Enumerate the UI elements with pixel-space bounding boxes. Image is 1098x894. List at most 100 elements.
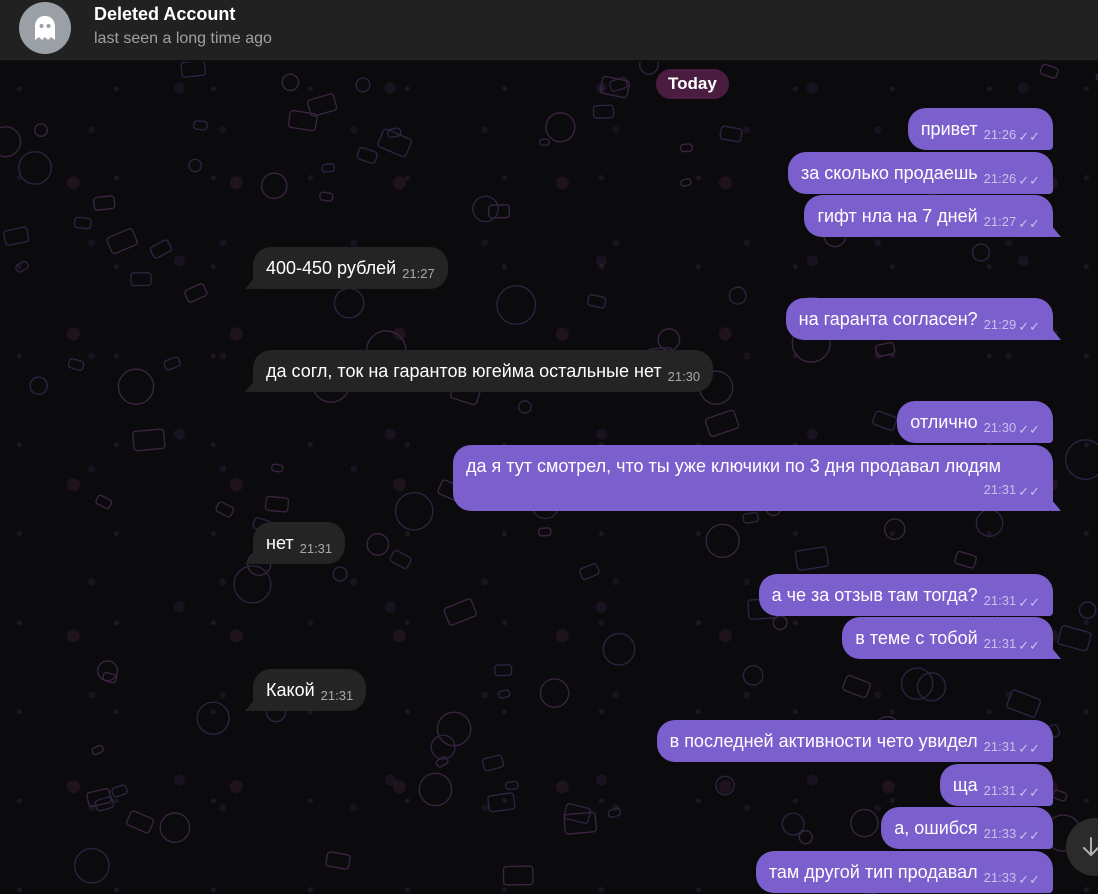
pattern-doodle [377, 128, 413, 158]
message-time: 21:31 [983, 482, 1017, 497]
pattern-doodle [608, 76, 629, 92]
chat-header: Deleted Account last seen a long time ag… [0, 0, 1098, 61]
message-bubble-outgoing[interactable]: отлично 21:30 ✓✓ [897, 401, 1053, 443]
message-bubble-outgoing[interactable]: привет 21:26 ✓✓ [907, 108, 1053, 150]
message-meta: 21:29 ✓✓ [984, 317, 1040, 334]
pattern-doodle [602, 632, 636, 666]
contact-name[interactable]: Deleted Account [94, 4, 235, 25]
pattern-doodle [159, 812, 191, 844]
message-text: на гаранта согласен? [798, 309, 978, 329]
message-meta: 21:31 ✓✓ [983, 593, 1040, 610]
pattern-doodle [496, 285, 537, 326]
message-meta: 21:33 ✓✓ [984, 870, 1040, 887]
double-check-icon: ✓✓ [1018, 484, 1040, 499]
pattern-doodle [389, 549, 412, 570]
pattern-doodle [538, 138, 550, 146]
pattern-doodle [34, 123, 49, 138]
pattern-doodle [73, 216, 92, 230]
message-time: 21:26 [983, 127, 1017, 142]
pattern-doodle [435, 756, 449, 768]
message-meta: 21:31 ✓✓ [472, 477, 1040, 503]
pattern-doodle [126, 810, 155, 834]
pattern-doodle [111, 784, 128, 798]
pattern-doodle [394, 491, 434, 531]
pattern-doodle [874, 341, 896, 358]
message-time: 21:33 [983, 826, 1017, 841]
message-meta: 21:33 ✓✓ [983, 826, 1040, 843]
message-bubble-incoming[interactable]: Какой 21:31 [253, 669, 367, 711]
double-check-icon: ✓✓ [1018, 216, 1040, 231]
double-check-icon: ✓✓ [1018, 785, 1040, 800]
pattern-doodle [680, 178, 692, 187]
message-time: 21:31 [983, 739, 1017, 754]
message-text: там другой тип продавал [768, 862, 978, 882]
pattern-doodle [1052, 789, 1068, 802]
pattern-doodle [842, 674, 871, 699]
message-bubble-outgoing[interactable]: в последней активности чето увидел 21:31 ✓… [656, 720, 1053, 762]
pattern-doodle [705, 523, 740, 559]
pattern-doodle [0, 126, 22, 158]
pattern-doodle [505, 780, 519, 791]
pattern-doodle [607, 807, 622, 819]
message-meta: 21:26 ✓✓ [983, 171, 1040, 188]
message-bubble-outgoing[interactable]: в теме с тобой 21:31 ✓✓ [842, 617, 1053, 659]
pattern-doodle [270, 463, 284, 473]
pattern-doodle [163, 356, 181, 371]
pattern-doodle [872, 410, 898, 431]
pattern-doodle [307, 93, 338, 117]
message-bubble-outgoing[interactable]: гифт нла на 7 дней 21:27 ✓✓ [804, 195, 1053, 237]
pattern-doodle [1039, 63, 1059, 79]
pattern-doodle [487, 792, 516, 813]
message-bubble-outgoing[interactable]: там другой тип продавал 21:33 ✓✓ [755, 851, 1053, 893]
pattern-doodle [184, 283, 208, 303]
pattern-doodle [260, 172, 288, 200]
double-check-icon: ✓✓ [1018, 129, 1040, 144]
pattern-doodle [430, 734, 456, 760]
message-bubble-outgoing[interactable]: а че за отзыв там тогда? 21:31 ✓✓ [758, 574, 1053, 616]
pattern-doodle [86, 787, 112, 808]
pattern-doodle [102, 671, 118, 684]
pattern-doodle [502, 865, 534, 886]
scroll-to-bottom-button[interactable] [1066, 818, 1098, 876]
double-check-icon: ✓✓ [1018, 872, 1040, 887]
pattern-doodle [106, 228, 138, 255]
pattern-doodle [1078, 601, 1097, 620]
message-bubble-incoming[interactable]: 400-450 рублей 21:27 [253, 247, 448, 289]
pattern-doodle [193, 120, 208, 131]
ghost-icon [35, 16, 55, 40]
message-bubble-outgoing[interactable]: да я тут смотрел, что ты уже ключики по … [453, 445, 1053, 511]
message-meta: 21:30 ✓✓ [984, 420, 1040, 437]
pattern-doodle [436, 711, 472, 747]
message-bubble-outgoing[interactable]: за сколько продаешь 21:26 ✓✓ [788, 152, 1053, 194]
message-list[interactable]: Today привет 21:26 ✓✓ за сколько продаешь 2… [0, 62, 1098, 894]
message-text: в последней активности чето увидел [669, 731, 978, 751]
pattern-doodle [319, 191, 334, 202]
pattern-doodle [333, 287, 365, 319]
message-bubble-incoming[interactable]: нет 21:31 [253, 522, 346, 564]
pattern-doodle [794, 546, 830, 571]
pattern-doodle [18, 150, 52, 185]
message-bubble-outgoing[interactable]: ща 21:31 ✓✓ [939, 764, 1053, 806]
message-text: а, ошибся [894, 818, 978, 838]
pattern-doodle [916, 672, 947, 702]
message-text: гифт нла на 7 дней [817, 206, 978, 226]
pattern-doodle [850, 808, 879, 838]
message-bubble-incoming[interactable]: да согл, ток на гарантов югейма остальны… [253, 350, 714, 392]
double-check-icon: ✓✓ [1018, 422, 1040, 437]
pattern-doodle [92, 195, 116, 211]
pattern-doodle [539, 678, 570, 708]
double-check-icon: ✓✓ [1018, 741, 1040, 756]
message-time: 21:31 [320, 688, 354, 703]
message-meta: 21:31 ✓✓ [984, 636, 1040, 653]
message-bubble-outgoing[interactable]: а, ошибся 21:33 ✓✓ [881, 807, 1053, 849]
message-time: 21:26 [983, 171, 1017, 186]
pattern-doodle [95, 494, 113, 510]
pattern-doodle [975, 509, 1004, 537]
avatar[interactable] [19, 2, 71, 54]
pattern-doodle [497, 689, 511, 699]
message-bubble-outgoing[interactable]: на гаранта согласен? 21:29 ✓✓ [785, 298, 1053, 340]
pattern-doodle [472, 195, 499, 223]
message-time: 21:31 [983, 593, 1017, 608]
double-check-icon: ✓✓ [1018, 828, 1040, 843]
message-text: отлично [910, 412, 978, 432]
